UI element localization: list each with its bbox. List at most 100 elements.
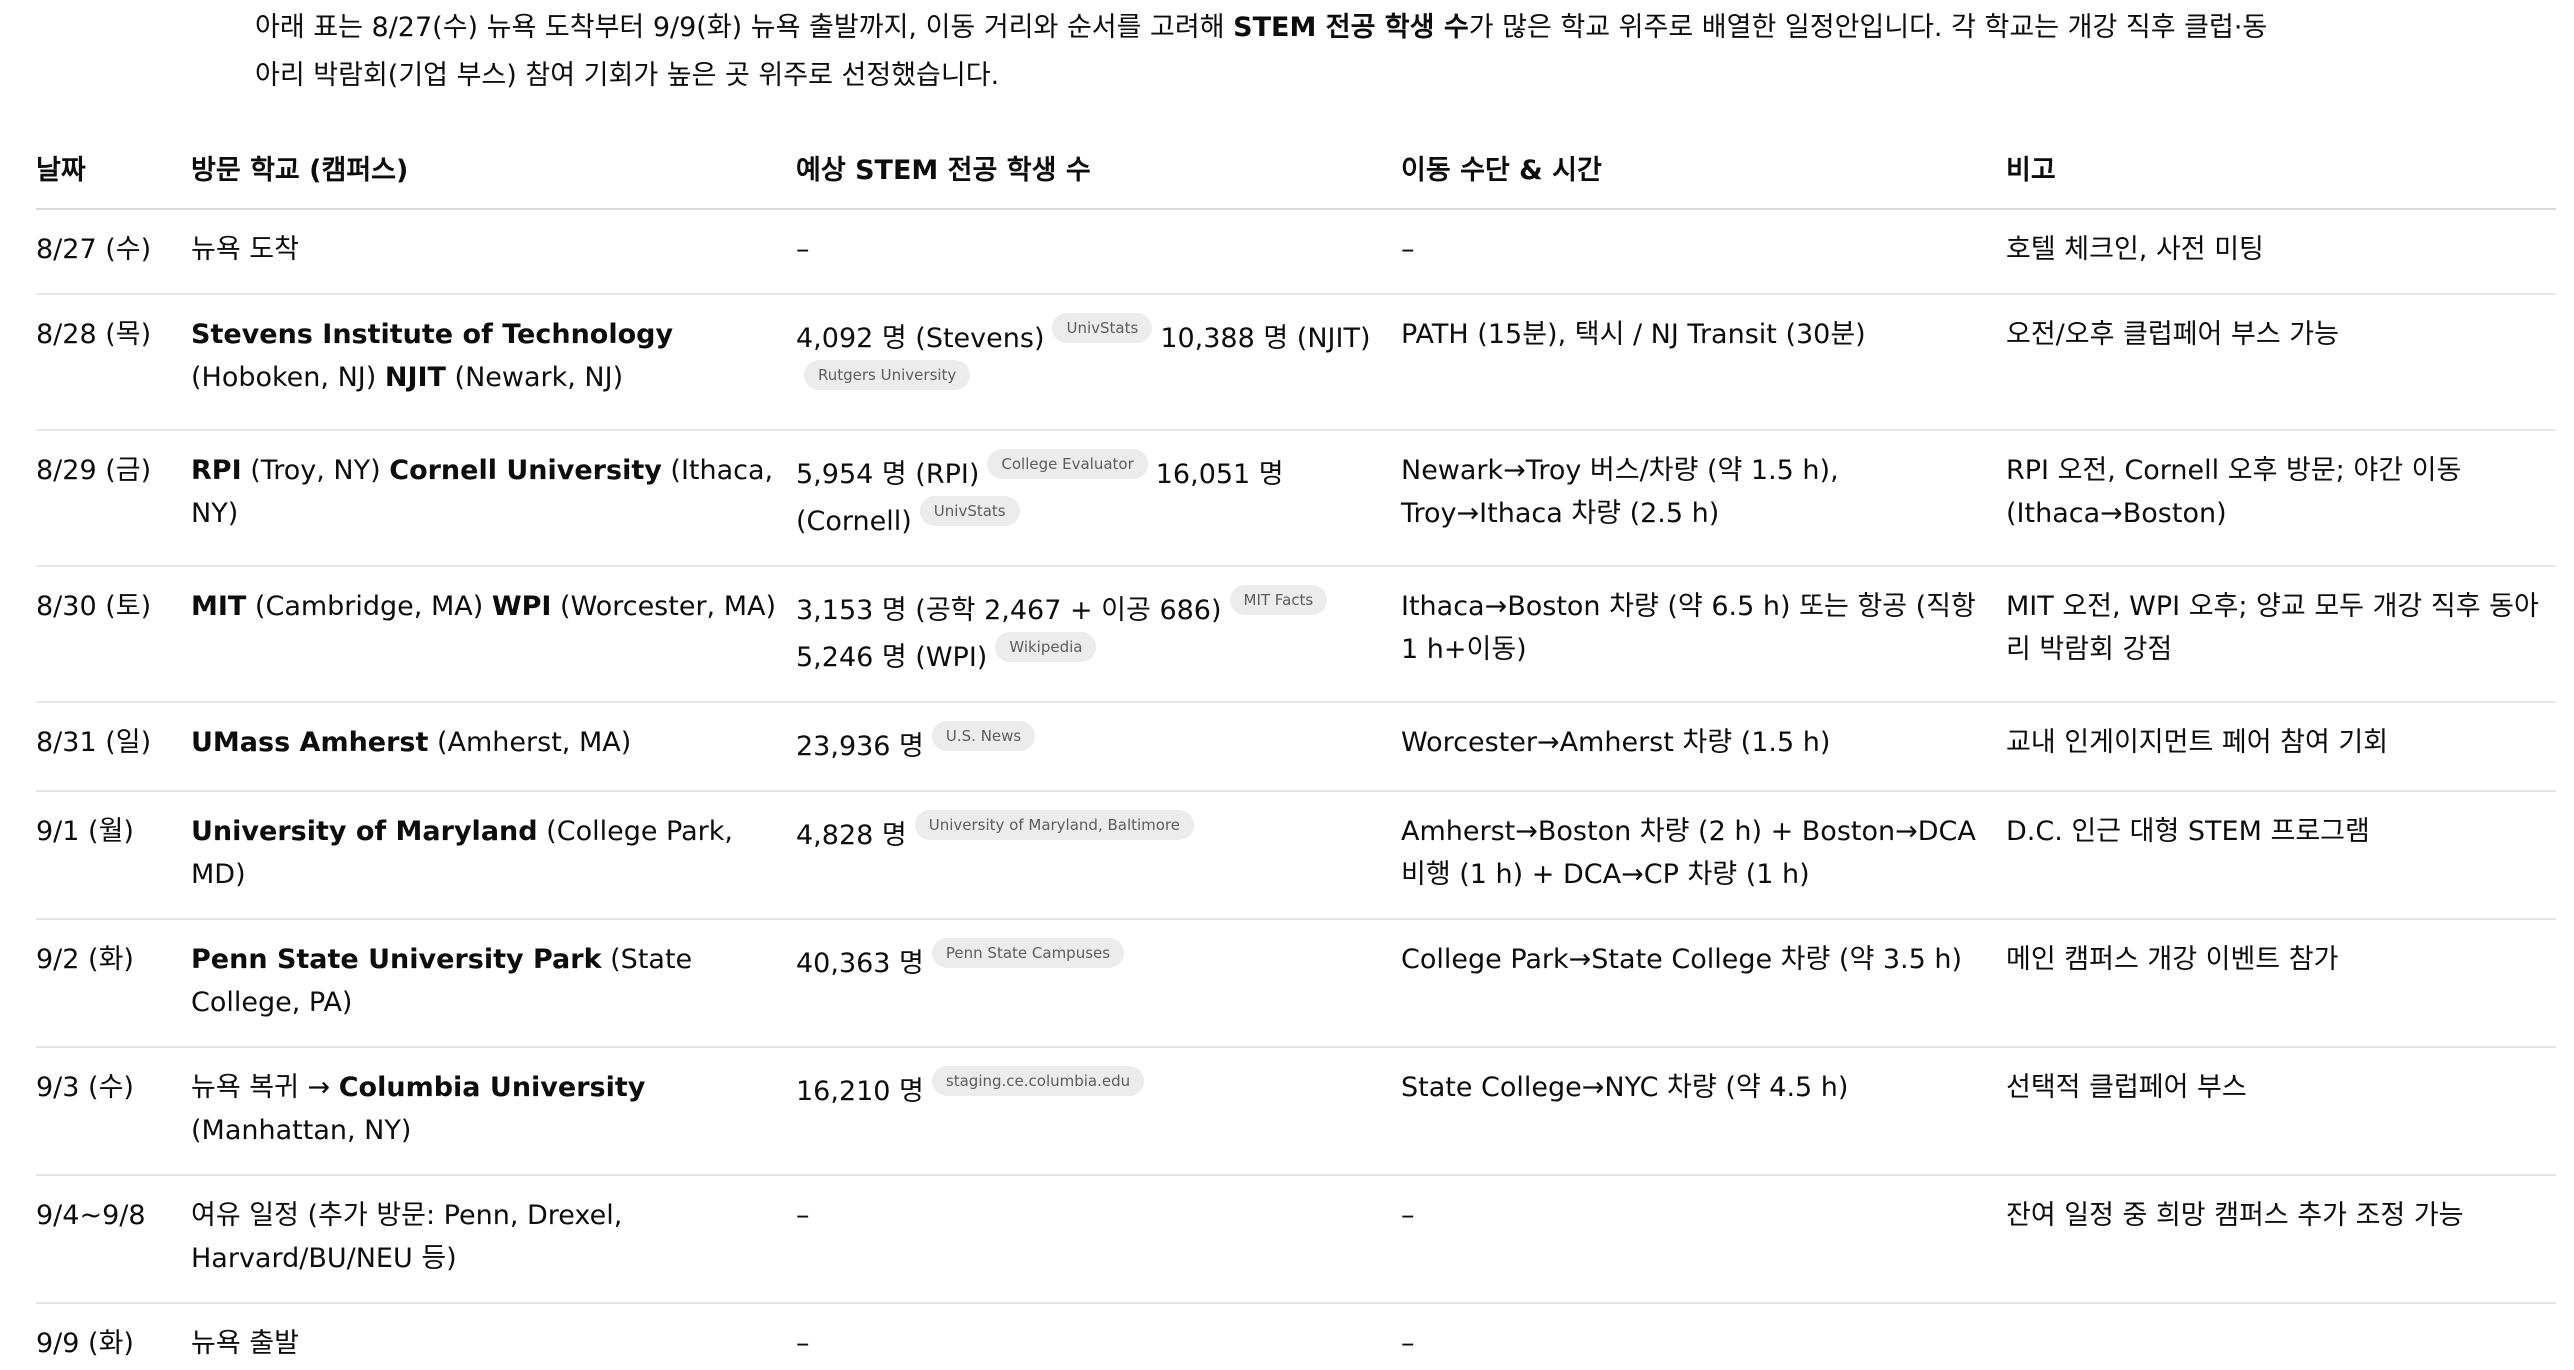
- cell-stem-count: 16,210 명 staging.ce.columbia.edu: [796, 1047, 1401, 1176]
- school-name: Columbia University: [338, 1072, 646, 1103]
- cell-date: 9/4~9/8: [36, 1175, 191, 1304]
- cell-note: 메인 캠퍼스 개강 이벤트 참가: [2006, 919, 2556, 1048]
- cell-note: 오전/오후 클럽페어 부스 가능: [2006, 294, 2556, 431]
- school-location: (Newark, NJ): [445, 362, 624, 393]
- stem-count-value: 10,388 명 (NJIT): [1160, 323, 1371, 354]
- stem-count-value: 23,936 명: [796, 731, 924, 762]
- table-header-row: 날짜 방문 학교 (캠퍼스) 예상 STEM 전공 학생 수 이동 수단 & 시…: [36, 132, 2556, 210]
- cell-school: University of Maryland (College Park, MD…: [191, 791, 796, 920]
- school-location: (Cambridge, MA): [246, 591, 492, 622]
- cell-school: Stevens Institute of Technology (Hoboken…: [191, 294, 796, 431]
- table-row: 8/29 (금) RPI (Troy, NY) Cornell Universit…: [36, 430, 2556, 567]
- cell-stem-count: 4,828 명 University of Maryland, Baltimore: [796, 791, 1401, 920]
- header-school: 방문 학교 (캠퍼스): [191, 132, 796, 210]
- cell-date: 9/3 (수): [36, 1047, 191, 1176]
- header-date: 날짜: [36, 132, 191, 210]
- cell-transport: State College→NYC 차량 (약 4.5 h): [1401, 1047, 2006, 1176]
- school-name: Penn State University Park: [191, 944, 602, 975]
- cell-transport: College Park→State College 차량 (약 3.5 h): [1401, 919, 2006, 1048]
- cell-stem-count: –: [796, 1303, 1401, 1365]
- school-name: Stevens Institute of Technology: [191, 319, 674, 350]
- table-row: 8/30 (토) MIT (Cambridge, MA) WPI (Worcest…: [36, 566, 2556, 703]
- cell-note: D.C. 인근 대형 STEM 프로그램: [2006, 791, 2556, 920]
- table-row: 9/1 (월) University of Maryland (College P…: [36, 791, 2556, 920]
- school-location: (Hoboken, NJ): [191, 362, 385, 393]
- cell-date: 9/1 (월): [36, 791, 191, 920]
- school-name: WPI: [491, 591, 552, 622]
- table-row: 8/28 (목) Stevens Institute of Technology …: [36, 294, 2556, 431]
- cell-note: 잔여 일정 중 희망 캠퍼스 추가 조정 가능: [2006, 1175, 2556, 1304]
- source-citation-chip[interactable]: University of Maryland, Baltimore: [914, 810, 1195, 840]
- school-location: 여유 일정 (추가 방문: Penn, Drexel, Harvard/BU/N…: [191, 1200, 623, 1274]
- stem-count-value: 4,092 명 (Stevens): [796, 323, 1045, 354]
- cell-stem-count: 40,363 명 Penn State Campuses: [796, 919, 1401, 1048]
- stem-count-value: 3,153 명 (공학 2,467 + 이공 686): [796, 595, 1222, 626]
- cell-stem-count: 4,092 명 (Stevens) UnivStats 10,388 명 (NJIT…: [796, 294, 1401, 431]
- source-citation-chip[interactable]: staging.ce.columbia.edu: [931, 1066, 1145, 1096]
- stem-count-value: 16,210 명: [796, 1076, 924, 1107]
- cell-note: 선택적 클럽페어 부스: [2006, 1047, 2556, 1176]
- stem-count-value: –: [796, 1328, 810, 1359]
- cell-note: 교내 인게이지먼트 페어 참여 기회: [2006, 702, 2556, 792]
- cell-transport: –: [1401, 1175, 2006, 1304]
- cell-school: UMass Amherst (Amherst, MA): [191, 702, 796, 792]
- table-row: 9/9 (화) 뉴욕 출발 – –: [36, 1303, 2556, 1365]
- cell-note: RPI 오전, Cornell 오후 방문; 야간 이동 (Ithaca→Bos…: [2006, 430, 2556, 567]
- intro-text-bold: STEM 전공 학생 수: [1233, 12, 1469, 43]
- source-citation-chip[interactable]: College Evaluator: [987, 449, 1148, 479]
- source-citation-chip[interactable]: Rutgers University: [804, 360, 971, 390]
- cell-school: 여유 일정 (추가 방문: Penn, Drexel, Harvard/BU/N…: [191, 1175, 796, 1304]
- cell-transport: –: [1401, 209, 2006, 295]
- intro-text-1: 아래 표는 8/27(수) 뉴욕 도착부터 9/9(화) 뉴욕 출발까지, 이동…: [255, 12, 1234, 43]
- table-row: 8/31 (일) UMass Amherst (Amherst, MA) 23,93…: [36, 702, 2556, 792]
- cell-stem-count: –: [796, 209, 1401, 295]
- school-location: (Amherst, MA): [428, 727, 632, 758]
- school-name: RPI: [191, 455, 242, 486]
- source-citation-chip[interactable]: UnivStats: [919, 496, 1020, 526]
- cell-transport: Amherst→Boston 차량 (2 h) + Boston→DCA 비행 …: [1401, 791, 2006, 920]
- itinerary-table: 날짜 방문 학교 (캠퍼스) 예상 STEM 전공 학생 수 이동 수단 & 시…: [36, 132, 2556, 1365]
- source-citation-chip[interactable]: MIT Facts: [1229, 585, 1328, 615]
- cell-date: 9/2 (화): [36, 919, 191, 1048]
- school-name: NJIT: [384, 362, 446, 393]
- cell-stem-count: 3,153 명 (공학 2,467 + 이공 686) MIT Facts 5,24…: [796, 566, 1401, 703]
- source-citation-chip[interactable]: UnivStats: [1052, 313, 1153, 343]
- school-location: 뉴욕 복귀 →: [191, 1072, 339, 1103]
- school-location: (Manhattan, NY): [191, 1115, 412, 1146]
- cell-date: 8/31 (일): [36, 702, 191, 792]
- cell-school: 뉴욕 도착: [191, 209, 796, 295]
- cell-note: MIT 오전, WPI 오후; 양교 모두 개강 직후 동아리 박람회 강점: [2006, 566, 2556, 703]
- source-citation-chip[interactable]: Penn State Campuses: [931, 938, 1125, 968]
- cell-date: 8/28 (목): [36, 294, 191, 431]
- cell-date: 8/29 (금): [36, 430, 191, 567]
- header-stem-count: 예상 STEM 전공 학생 수: [796, 132, 1401, 210]
- stem-count-value: 5,954 명 (RPI): [796, 459, 980, 490]
- source-citation-chip[interactable]: U.S. News: [931, 721, 1036, 751]
- header-transport: 이동 수단 & 시간: [1401, 132, 2006, 210]
- table-body: 8/27 (수) 뉴욕 도착 – – 호텔 체크인, 사전 미팅 8/28 (목) Stev…: [36, 209, 2556, 1365]
- cell-stem-count: –: [796, 1175, 1401, 1304]
- cell-transport: Worcester→Amherst 차량 (1.5 h): [1401, 702, 2006, 792]
- school-name: MIT: [191, 591, 247, 622]
- school-name: UMass Amherst: [191, 727, 429, 758]
- cell-school: MIT (Cambridge, MA) WPI (Worcester, MA): [191, 566, 796, 703]
- table-row: 9/2 (화) Penn State University Park (State…: [36, 919, 2556, 1048]
- cell-note: [2006, 1303, 2556, 1365]
- table-row: 8/27 (수) 뉴욕 도착 – – 호텔 체크인, 사전 미팅: [36, 209, 2556, 295]
- cell-school: Penn State University Park (State Colleg…: [191, 919, 796, 1048]
- source-citation-chip[interactable]: Wikipedia: [995, 632, 1097, 662]
- school-location: 뉴욕 도착: [191, 234, 299, 265]
- cell-school: 뉴욕 복귀 → Columbia University (Manhattan, …: [191, 1047, 796, 1176]
- header-note: 비고: [2006, 132, 2556, 210]
- cell-date: 8/30 (토): [36, 566, 191, 703]
- school-name: University of Maryland: [191, 816, 538, 847]
- cell-school: RPI (Troy, NY) Cornell University (Ithac…: [191, 430, 796, 567]
- stem-count-value: –: [796, 234, 810, 265]
- cell-stem-count: 5,954 명 (RPI) College Evaluator 16,051 명 (…: [796, 430, 1401, 567]
- table-row: 9/3 (수) 뉴욕 복귀 → Columbia University (Manh…: [36, 1047, 2556, 1176]
- cell-transport: Ithaca→Boston 차량 (약 6.5 h) 또는 항공 (직항 1 h…: [1401, 566, 2006, 703]
- cell-transport: Newark→Troy 버스/차량 (약 1.5 h), Troy→Ithaca…: [1401, 430, 2006, 567]
- stem-count-value: –: [796, 1200, 810, 1231]
- cell-date: 8/27 (수): [36, 209, 191, 295]
- intro-paragraph: 아래 표는 8/27(수) 뉴욕 도착부터 9/9(화) 뉴욕 출발까지, 이동…: [255, 4, 2275, 100]
